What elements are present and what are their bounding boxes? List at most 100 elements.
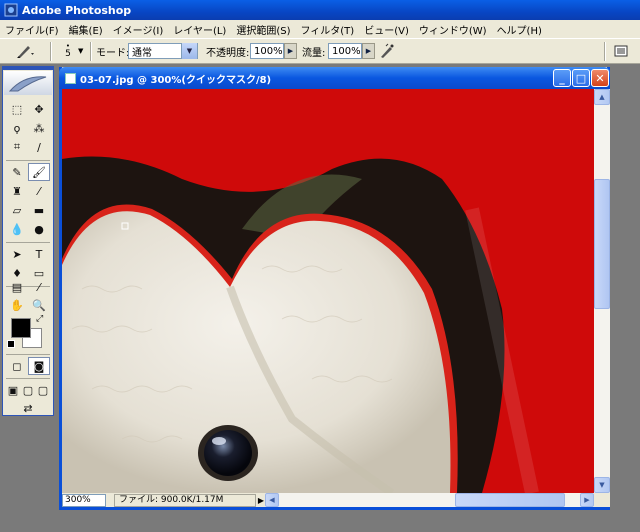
scroll-down-button[interactable]: ▼ [594,477,610,493]
toolbox-header[interactable] [4,71,52,95]
blur-tool-icon[interactable]: 💧 [6,220,28,238]
chevron-right-icon: ▶ [584,496,590,504]
scroll-up-button[interactable]: ▲ [594,89,610,105]
healing-brush-tool-icon[interactable]: ✎ [6,163,28,181]
document-size[interactable]: ファイル: 900.0K/1.17M [114,493,256,507]
menu-help[interactable]: ヘルプ(H) [492,22,547,37]
brush-picker[interactable]: • 5 [58,39,78,63]
vertical-scroll-thumb[interactable] [594,179,610,309]
separator [50,42,52,61]
document-title: 03-07.jpg @ 300%(クイックマスク/8) [80,74,272,86]
scroll-right-button[interactable]: ▶ [580,493,594,507]
chevron-down-icon: ▼ [181,43,197,59]
menu-layer[interactable]: レイヤー(L) [168,22,231,37]
lasso-tool-icon[interactable]: ϙ [6,119,28,137]
swap-colors-icon[interactable]: ⤢ [36,314,43,324]
document-icon [65,72,76,84]
maximize-icon: □ [575,71,587,85]
full-screen-menu-mode-icon[interactable]: ▢ [20,381,36,399]
gradient-tool-icon[interactable]: ▬ [28,201,50,219]
image-canvas[interactable] [62,89,594,493]
app-title: Adobe Photoshop [22,3,132,17]
chevron-left-icon: ◀ [269,496,275,504]
dodge-tool-icon[interactable]: ● [28,220,50,238]
zoom-field[interactable]: 300% [62,493,106,507]
eyedropper-tool-icon[interactable]: ⁄ [28,278,50,296]
menu-bar: ファイル(F) 編集(E) イメージ(I) レイヤー(L) 選択範囲(S) フィ… [0,20,640,38]
close-icon: ✕ [595,71,605,85]
divider [6,242,50,243]
flow-slider-button[interactable]: ▶ [362,43,375,59]
opacity-slider-button[interactable]: ▶ [284,43,297,59]
maximize-button[interactable]: □ [572,69,590,87]
zoom-tool-icon[interactable]: 🔍 [28,296,50,314]
close-button[interactable]: ✕ [591,69,609,87]
palette-well-icon [614,45,628,57]
brush-picker-arrow[interactable]: ▼ [78,39,83,63]
brush-size: 5 [65,49,71,59]
toolbox: ⬚ ✥ ϙ ⁂ ⌗ ∕ ✎ 🖌 ♜ ⁄ ▱ ▬ 💧 ● ➤ T ♦ ▭ ▤ ⁄ … [2,66,54,416]
options-bar: • 5 ▼ モード: 通常 ▼ 不透明度: 100% ▶ 流量: 100% ▶ [0,38,640,64]
zoom-value: 300% [65,494,91,505]
type-tool-icon[interactable]: T [28,245,50,263]
status-bar: 300% ファイル: 900.0K/1.17M ▶ ◀ ▶ [62,493,610,507]
flow-field[interactable]: 100% [328,43,362,59]
opacity-field[interactable]: 100% [250,43,284,59]
app-titlebar: Adobe Photoshop [0,0,640,20]
move-tool-icon[interactable]: ✥ [28,100,50,118]
standard-mode-icon[interactable]: ◻ [6,357,28,375]
mode-select[interactable]: 通常 ▼ [128,43,198,59]
minimize-button[interactable]: _ [553,69,571,87]
mode-value: 通常 [132,47,152,59]
marquee-tool-icon[interactable]: ⬚ [6,100,28,118]
brush-tool-icon[interactable]: 🖌 [28,163,50,181]
horizontal-scrollbar[interactable]: ◀ ▶ [265,493,594,507]
menu-edit[interactable]: 編集(E) [64,22,108,37]
minimize-icon: _ [559,71,565,85]
quick-mask-mode-icon[interactable]: ◙ [28,357,50,375]
menu-image[interactable]: イメージ(I) [108,22,169,37]
slice-tool-icon[interactable]: ∕ [28,138,50,156]
magic-wand-tool-icon[interactable]: ⁂ [28,119,50,137]
clone-stamp-tool-icon[interactable]: ♜ [6,182,28,200]
jump-to-imageready-icon[interactable]: ⇄ [13,399,43,417]
eraser-tool-icon[interactable]: ▱ [6,201,28,219]
opacity-label: 不透明度: [206,47,250,59]
menu-window[interactable]: ウィンドウ(W) [414,22,492,37]
file-size-text: ファイル: 900.0K/1.17M [119,494,224,505]
menu-file[interactable]: ファイル(F) [0,22,64,37]
separator [90,42,92,61]
brush-preset-icon [17,46,34,58]
flow-label: 流量: [302,47,326,59]
history-brush-tool-icon[interactable]: ⁄ [28,182,50,200]
horizontal-scroll-thumb[interactable] [455,493,565,507]
document-window: 03-07.jpg @ 300%(クイックマスク/8) _ □ ✕ ▲ ▼ 30… [59,67,610,510]
opacity-value: 100% [254,45,283,57]
hand-tool-icon[interactable]: ✋ [6,296,28,314]
airbrush-button[interactable] [378,39,396,63]
divider [6,160,50,161]
chevron-down-icon: ▼ [599,481,605,489]
foreground-color-swatch-front[interactable] [11,318,31,338]
palette-well-button[interactable] [614,39,628,63]
divider [6,354,50,355]
full-screen-mode-icon[interactable]: ▢ [35,381,51,399]
standard-screen-mode-icon[interactable]: ▣ [5,381,21,399]
default-colors-icon[interactable] [7,340,15,348]
scroll-left-button[interactable]: ◀ [265,493,279,507]
divider [6,378,50,379]
separator [604,42,606,61]
mode-label: モード: [96,47,130,59]
chevron-down-icon: ▼ [78,47,84,55]
menu-select[interactable]: 選択範囲(S) [231,22,295,37]
vertical-scrollbar[interactable]: ▲ ▼ [594,89,610,493]
menu-filter[interactable]: フィルタ(T) [295,22,359,37]
path-selection-tool-icon[interactable]: ➤ [6,245,28,263]
menu-view[interactable]: ビュー(V) [359,22,414,37]
notes-tool-icon[interactable]: ▤ [6,278,28,296]
tool-preset-picker[interactable] [14,39,36,63]
crop-tool-icon[interactable]: ⌗ [6,138,28,156]
chevron-up-icon: ▲ [599,93,605,101]
document-titlebar[interactable]: 03-07.jpg @ 300%(クイックマスク/8) _ □ ✕ [59,67,610,89]
airbrush-icon [381,43,394,58]
